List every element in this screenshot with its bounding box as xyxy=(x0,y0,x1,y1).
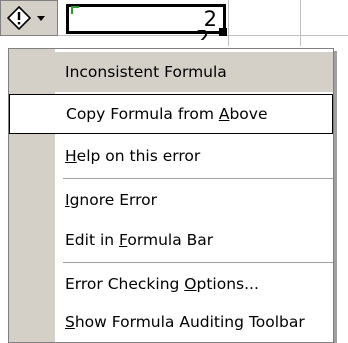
column-gridline xyxy=(228,0,229,46)
error-smart-tag-button[interactable] xyxy=(0,0,58,36)
menu-item-label: Copy Formula from Above xyxy=(66,105,268,123)
menu-header-inconsistent-formula: Inconsistent Formula xyxy=(9,52,333,92)
menu-item-label: Ignore Error xyxy=(65,191,158,209)
menu-item-help-on-this-error[interactable]: Help on this error xyxy=(9,136,333,176)
cell-value: 2 xyxy=(203,7,217,31)
menu-item-label: Help on this error xyxy=(65,147,201,165)
next-cell-value: 2 xyxy=(196,30,209,40)
error-indicator-triangle xyxy=(71,6,79,14)
error-warning-diamond-icon xyxy=(6,5,32,31)
chevron-down-icon xyxy=(37,15,45,21)
menu-item-copy-formula-from-above[interactable]: Copy Formula from Above xyxy=(9,94,333,134)
menu-item-ignore-error[interactable]: Ignore Error xyxy=(9,180,333,220)
menu-item-edit-in-formula-bar[interactable]: Edit in Formula Bar xyxy=(9,220,333,260)
menu-separator xyxy=(63,262,333,263)
menu-separator xyxy=(63,178,333,179)
menu-item-show-formula-auditing-toolbar[interactable]: Show Formula Auditing Toolbar xyxy=(9,302,333,342)
spreadsheet-window: 2 2 Inconsistent Formula Copy Formula fr… xyxy=(0,0,348,343)
menu-item-label: Edit in Formula Bar xyxy=(65,231,214,249)
column-gridline xyxy=(300,0,301,46)
menu-header-label: Inconsistent Formula xyxy=(65,63,227,81)
error-options-menu: Inconsistent Formula Copy Formula from A… xyxy=(8,48,334,343)
menu-item-label: Show Formula Auditing Toolbar xyxy=(65,313,305,331)
fill-handle[interactable] xyxy=(219,28,227,36)
menu-item-label: Error Checking Options... xyxy=(65,275,259,293)
menu-item-error-checking-options[interactable]: Error Checking Options... xyxy=(9,264,333,304)
